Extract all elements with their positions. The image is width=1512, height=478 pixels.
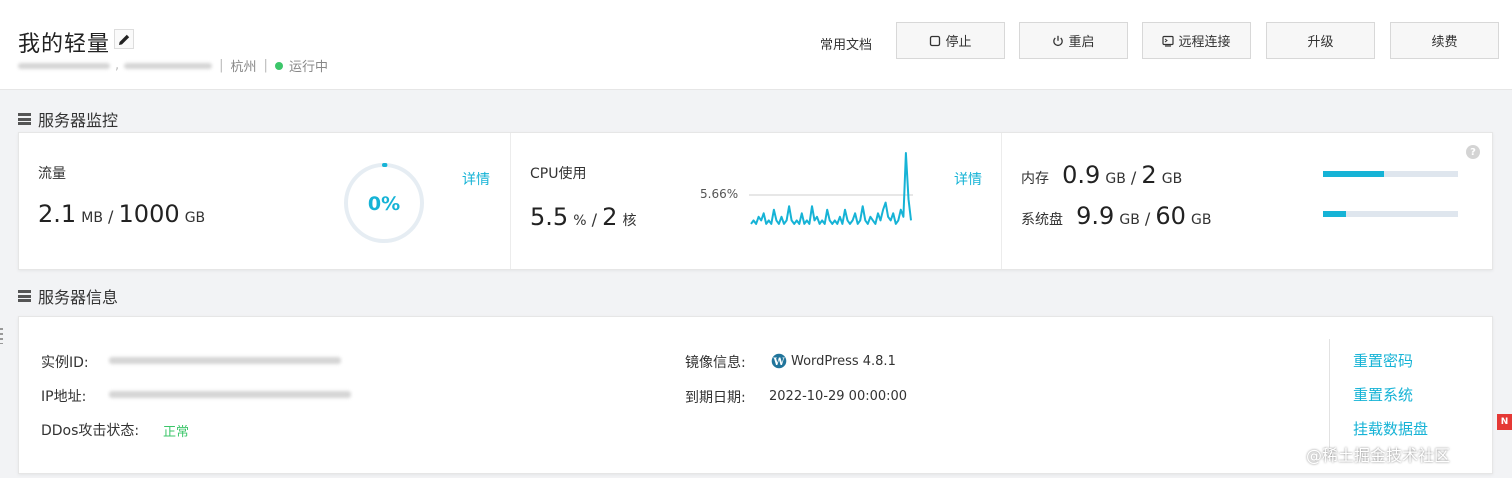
cpu-detail-link[interactable]: 详情 [954,169,982,189]
redacted-instance-id [109,357,341,364]
monitor-card: 流量 2.1 MB / 1000 GB 0% 详情 CPU使用 5.5 % / … [18,132,1493,270]
upgrade-button[interactable]: 升级 [1266,22,1375,59]
redacted-text [124,62,213,69]
cpu-sparkline [749,152,913,225]
cpu-label: CPU使用 [530,166,587,182]
traffic-label: 流量 [38,166,66,182]
watermark: @稀土掘金技术社区 [1306,446,1451,465]
actions-divider [1329,339,1330,459]
disk-row: 系统盘 9.9 GB / 60 GB [1021,202,1212,230]
redacted-text [18,62,110,69]
reset-password-link[interactable]: 重置密码 [1353,350,1413,371]
docs-link[interactable]: 常用文档 [820,34,872,53]
renew-button-label: 续费 [1431,35,1458,50]
remote-connect-button[interactable]: 远程连接 [1142,22,1251,59]
power-icon [1053,35,1064,46]
instance-subline: , | 杭州 | 运行中 [18,56,328,75]
image-value: WordPress 4.8.1 [791,353,896,369]
stop-button-label: 停止 [945,35,972,50]
disk-usage-bar [1323,211,1458,217]
wordpress-icon: W [771,353,787,369]
traffic-percent: 0% [368,193,400,215]
traffic-value: 2.1 MB / 1000 GB [38,200,206,228]
expiry-label: 到期日期: [685,390,746,406]
resource-panel: 内存 0.9 GB / 2 GB 系统盘 9.9 GB / 60 GB [1001,133,1492,269]
cpu-sparkline-series [750,152,912,225]
traffic-detail-link[interactable]: 详情 [462,169,490,189]
page-header: 我的轻量 , | 杭州 | 运行中 常用文档 停止 重启 远程连接 升级 续费 [0,0,1512,90]
corner-badge: N [1497,414,1512,430]
status-dot-icon [274,61,283,70]
memory-usage-bar [1323,171,1458,177]
upgrade-button-label: 升级 [1307,35,1334,50]
expiry-value: 2022-10-29 00:00:00 [769,389,908,404]
drag-handle-icon[interactable] [0,328,3,344]
restart-button-label: 重启 [1068,35,1095,50]
cpu-value: 5.5 % / 2 核 [530,203,637,231]
instance-id-label: 实例ID: [41,355,89,371]
redacted-ip [109,391,351,398]
cpu-chart-peak-label: 5.66% [700,187,739,201]
remote-connect-button-label: 远程连接 [1178,35,1231,50]
svg-text:W: W [772,357,785,368]
terminal-icon [1162,35,1175,47]
traffic-panel: 流量 2.1 MB / 1000 GB 0% 详情 [19,133,510,269]
ddos-status: 正常 [163,425,190,440]
memory-row: 内存 0.9 GB / 2 GB [1021,161,1183,189]
stop-button[interactable]: 停止 [896,22,1005,59]
ddos-label: DDos攻击状态: [41,423,140,439]
stop-icon [930,35,941,46]
reset-system-link[interactable]: 重置系统 [1353,384,1413,405]
page-title: 我的轻量 [18,32,111,57]
region-label: 杭州 [230,60,257,75]
ip-label: IP地址: [41,389,87,405]
help-icon[interactable]: ? [1466,145,1480,159]
mount-data-disk-link[interactable]: 挂载数据盘 [1353,418,1428,439]
restart-button[interactable]: 重启 [1019,22,1128,59]
image-label: 镜像信息: [685,355,746,371]
traffic-progress-ring: 0% [344,163,424,243]
list-icon [18,113,31,125]
edit-icon[interactable] [114,29,134,49]
info-section-title: 服务器信息 [18,284,118,308]
status-label: 运行中 [288,60,328,75]
list-icon [18,290,31,302]
cpu-panel: CPU使用 5.5 % / 2 核 5.66% 详情 [510,133,1001,269]
info-card: 实例ID: IP地址: DDos攻击状态: 正常 镜像信息: W WordPre… [18,316,1493,474]
renew-button[interactable]: 续费 [1390,22,1499,59]
monitor-section-title: 服务器监控 [18,107,118,131]
image-info: W WordPress 4.8.1 [771,353,896,369]
